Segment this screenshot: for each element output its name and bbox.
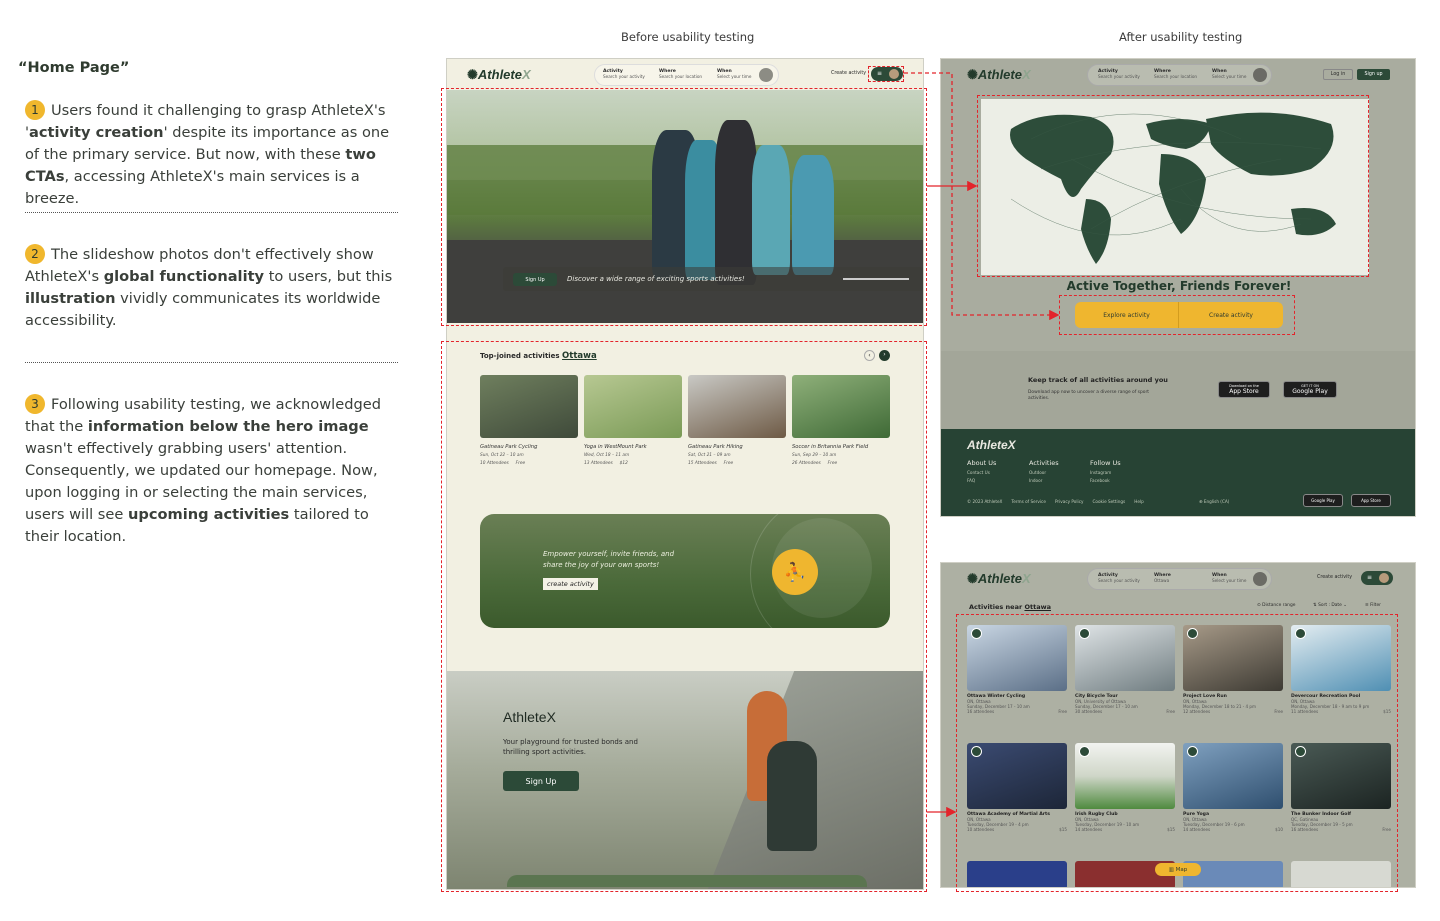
connector-arrows bbox=[904, 72, 1060, 818]
